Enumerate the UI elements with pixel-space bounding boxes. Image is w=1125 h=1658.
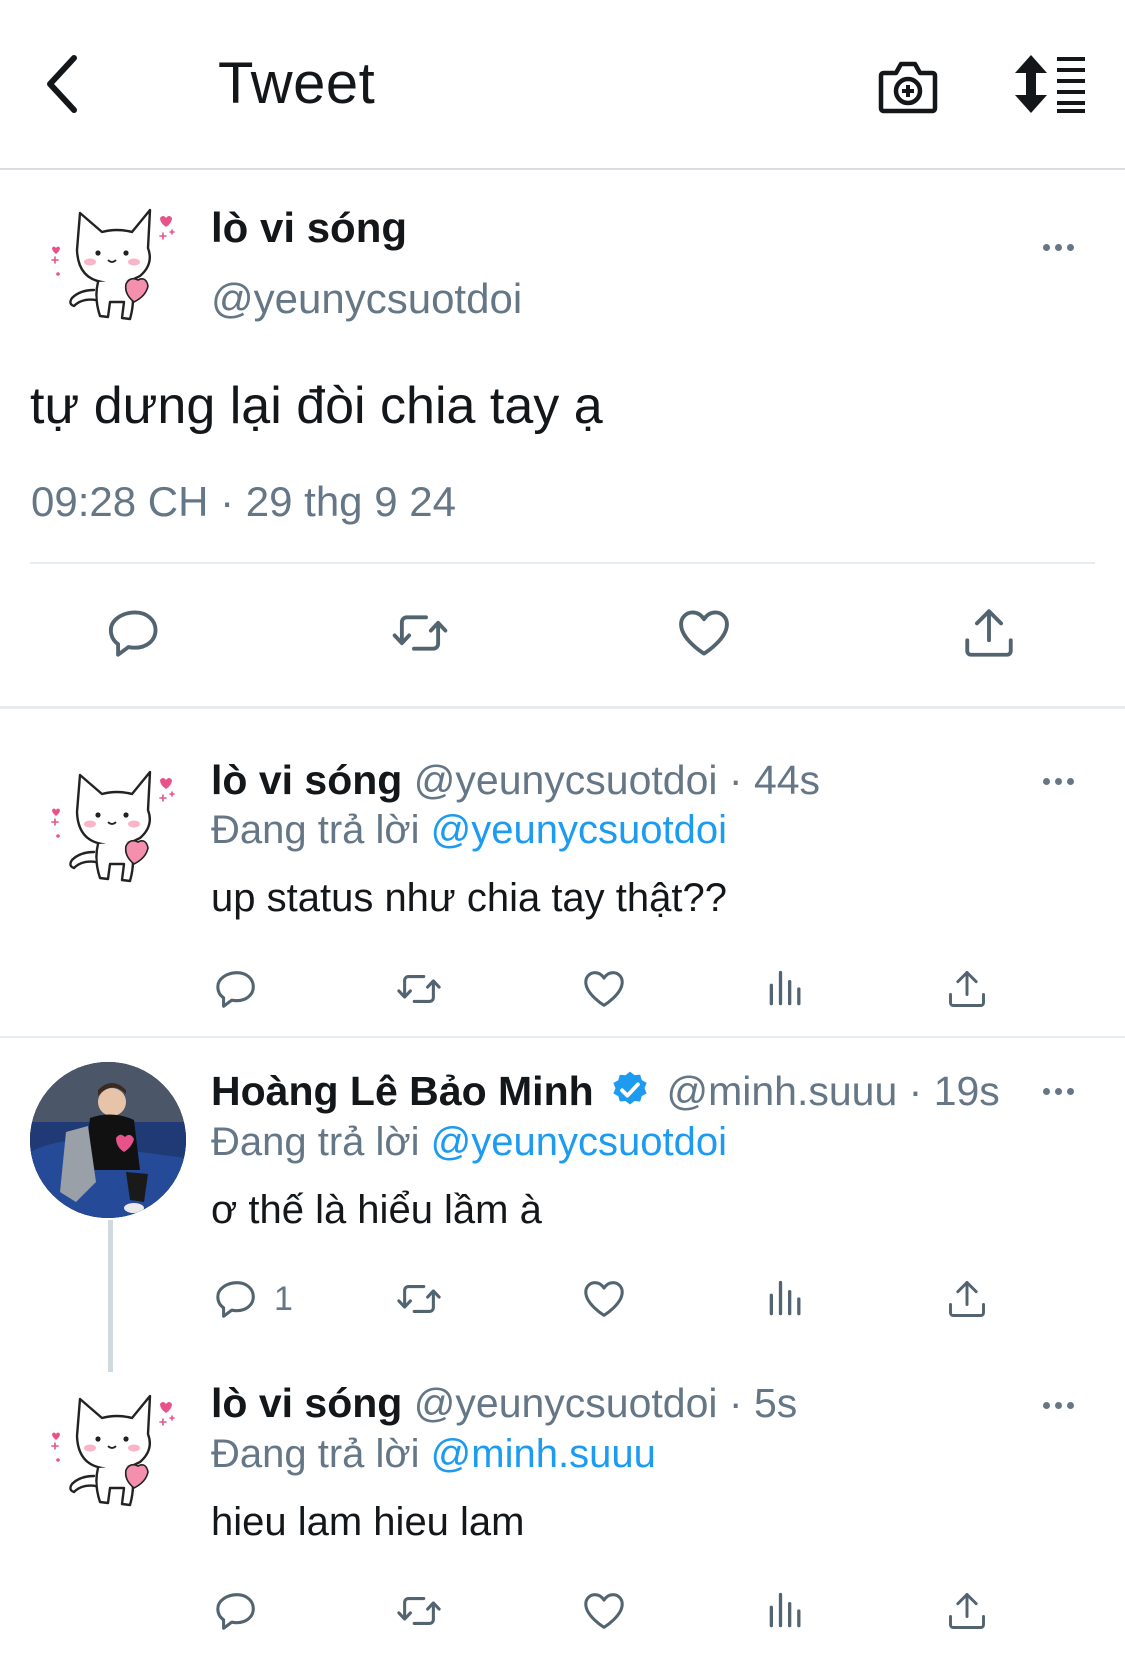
more-icon[interactable] [1043,1396,1087,1416]
author-handle-time[interactable]: @yeunycsuotdoi · 44s [414,757,820,803]
tweet-text: ơ thế là hiểu lầm à [211,1188,542,1232]
tweet-text: hieu lam hieu lam [211,1500,525,1544]
like-icon[interactable] [580,1588,628,1639]
views-icon[interactable] [764,1588,808,1639]
retweet-icon[interactable] [392,1588,446,1639]
page-title: Tweet [218,51,376,116]
retweet-icon[interactable] [386,604,454,667]
views-icon[interactable] [764,1276,808,1327]
reply-icon[interactable] [106,604,164,667]
tweet-text: tự dưng lại đòi chia tay ạ [30,377,603,435]
author-name[interactable]: Hoàng Lê Bảo Minh [211,1068,594,1114]
avatar[interactable] [42,1384,182,1514]
like-icon[interactable] [674,604,734,667]
back-icon[interactable] [40,50,90,120]
reply-icon[interactable] [214,1276,260,1327]
top-bar: Tweet [0,0,1125,170]
mention-link[interactable]: @minh.suuu [431,1432,656,1476]
share-icon[interactable] [945,966,989,1017]
verified-icon [609,1069,651,1121]
views-icon[interactable] [764,966,808,1017]
tweet-timestamp: 09:28 CH · 29 thg 9 24 [31,478,456,525]
share-icon[interactable] [960,604,1018,667]
replying-to: Đang trả lời @yeunycsuotdoi [211,808,727,852]
sort-icon[interactable] [1015,55,1087,113]
mention-link[interactable]: @yeunycsuotdoi [431,808,727,852]
share-icon[interactable] [945,1588,989,1639]
reply-count: 1 [274,1280,293,1318]
avatar[interactable] [42,198,182,328]
reply-header: Hoàng Lê Bảo Minh @minh.suuu · 19s [211,1068,1000,1121]
divider [0,706,1125,709]
author-name[interactable]: lò vi sóng [211,204,407,252]
author-name[interactable]: lò vi sóng [211,757,402,803]
reply-header: lò vi sóng @yeunycsuotdoi · 5s [211,1380,797,1427]
author-handle[interactable]: @yeunycsuotdoi [211,275,522,323]
reply-icon[interactable] [214,966,260,1017]
retweet-icon[interactable] [392,1276,446,1327]
tweet-text: up status như chia tay thật?? [211,876,727,920]
divider [0,1036,1125,1038]
more-icon[interactable] [1043,772,1087,792]
camera-plus-icon[interactable] [878,55,938,117]
avatar[interactable] [30,1062,186,1218]
divider [30,562,1095,564]
author-name[interactable]: lò vi sóng [211,1380,402,1426]
like-icon[interactable] [580,1276,628,1327]
author-handle-time[interactable]: @minh.suuu · 19s [666,1068,999,1114]
replying-to: Đang trả lời @minh.suuu [211,1432,656,1476]
reply-icon[interactable] [214,1588,260,1639]
more-icon[interactable] [1043,238,1087,258]
more-icon[interactable] [1043,1082,1087,1102]
like-icon[interactable] [580,966,628,1017]
author-handle-time[interactable]: @yeunycsuotdoi · 5s [414,1380,797,1426]
retweet-icon[interactable] [392,966,446,1017]
avatar[interactable] [42,760,182,890]
share-icon[interactable] [945,1276,989,1327]
mention-link[interactable]: @yeunycsuotdoi [431,1120,727,1164]
replying-to: Đang trả lời @yeunycsuotdoi [211,1120,727,1164]
thread-line [108,1220,113,1372]
reply-header: lò vi sóng @yeunycsuotdoi · 44s [211,757,820,804]
